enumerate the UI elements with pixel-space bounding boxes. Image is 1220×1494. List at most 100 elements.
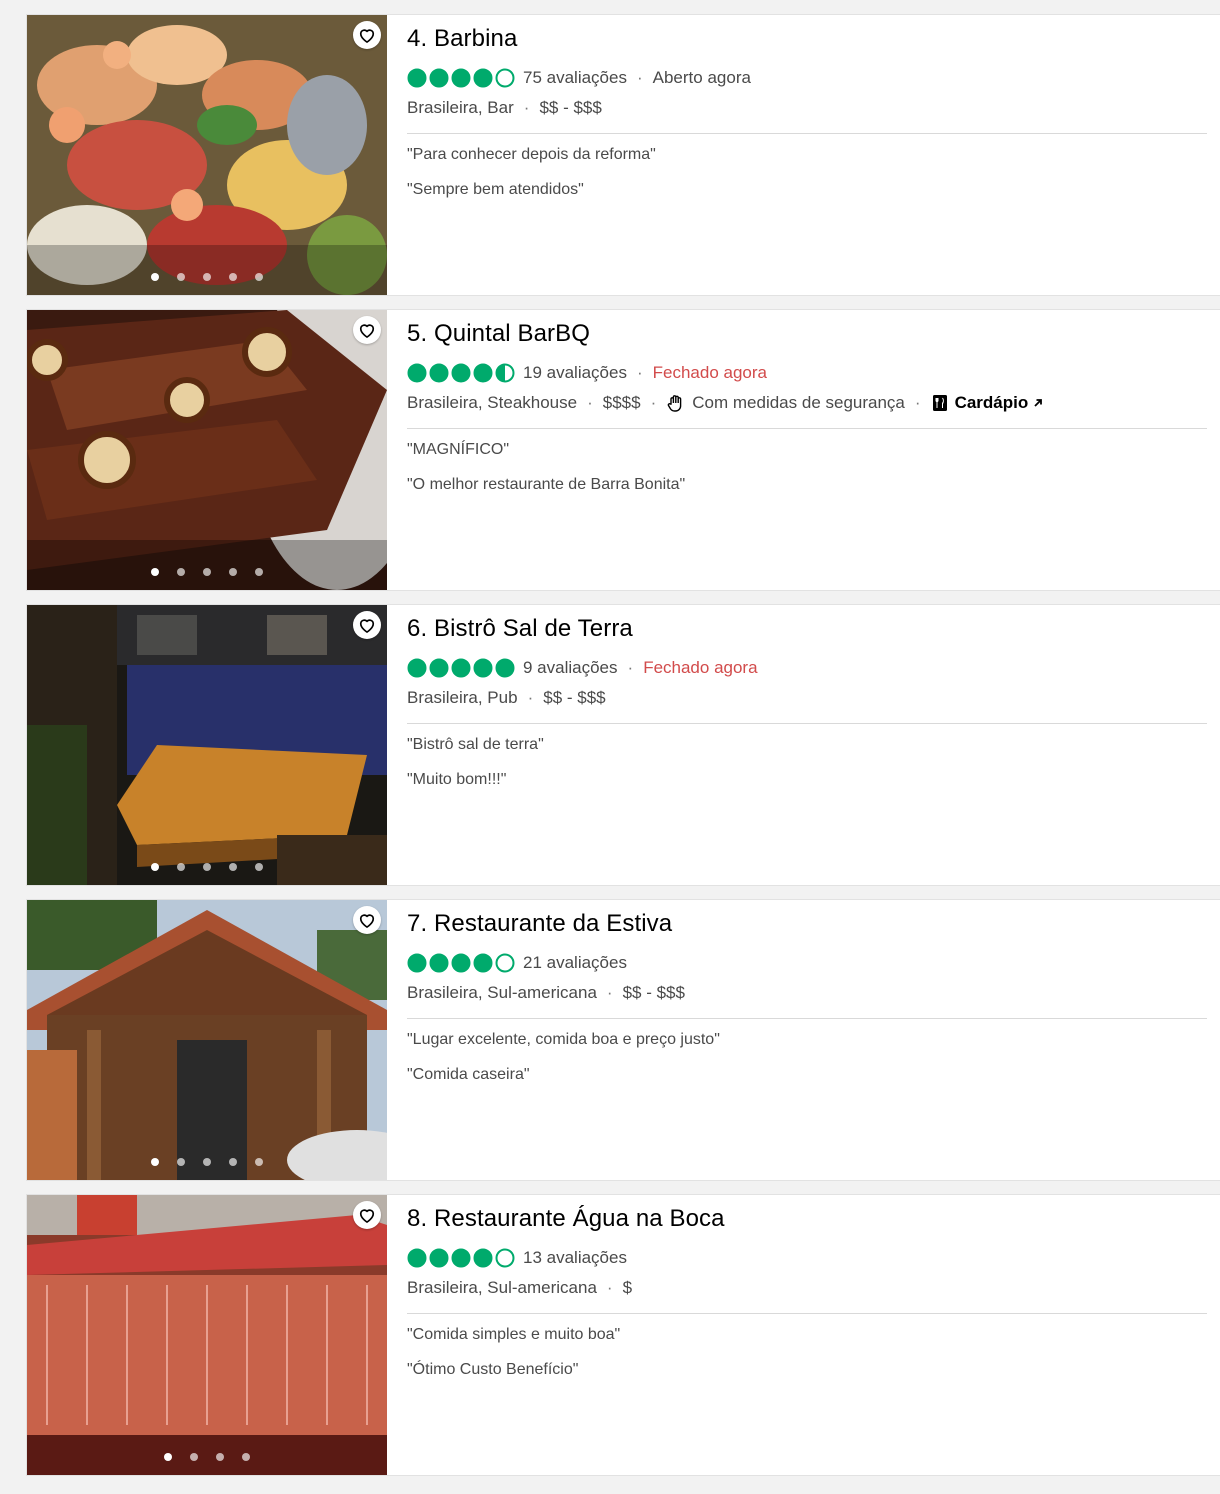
divider [407,1018,1207,1019]
review-snippet[interactable]: "Lugar excelente, comida boa e preço jus… [407,1031,720,1049]
heart-icon [357,615,377,635]
separator: · [606,983,613,1002]
photo-carousel-dots [27,1453,387,1461]
carousel-dot[interactable] [216,1453,224,1461]
rating-bubble-icon [451,68,471,88]
review-count-link[interactable]: 13 avaliações [523,1248,627,1268]
rating-bubble-icon [473,658,493,678]
photo-carousel-dots [27,568,387,576]
carousel-dot[interactable] [229,273,237,281]
review-snippet[interactable]: "Comida caseira" [407,1066,530,1084]
separator: · [587,393,593,412]
menu-book-icon [932,395,947,411]
rating-bubble-icon [495,953,515,973]
save-favorite-button[interactable] [353,611,381,639]
carousel-dot[interactable] [151,568,159,576]
restaurant-photo[interactable] [27,1195,387,1475]
save-favorite-button[interactable] [353,21,381,49]
review-count-link[interactable]: 75 avaliações [523,68,627,88]
separator: · [914,393,921,412]
review-count-link[interactable]: 9 avaliações [523,658,618,678]
restaurant-title-link[interactable]: 4. Barbina [407,25,517,53]
restaurant-photo[interactable] [27,15,387,295]
carousel-dot[interactable] [164,1453,172,1461]
carousel-dot[interactable] [203,1158,211,1166]
meta-row: Brasileira, Pub · $$ - $$$ [407,688,606,708]
food-photo-shrimp-salad [27,15,387,295]
restaurant-photo[interactable] [27,310,387,590]
carousel-dot[interactable] [177,863,185,871]
save-favorite-button[interactable] [353,906,381,934]
carousel-dot[interactable] [229,568,237,576]
review-snippet[interactable]: "Comida simples e muito boa" [407,1326,620,1344]
menu-link[interactable]: Cardápio [931,393,1045,413]
review-snippet[interactable]: "Ótimo Custo Benefício" [407,1361,578,1379]
save-favorite-button[interactable] [353,1201,381,1229]
rating-bubble-icon [451,953,471,973]
restaurant-photo[interactable] [27,605,387,885]
restaurant-card[interactable]: 8. Restaurante Água na Boca 13 avaliaçõe… [26,1194,1220,1476]
review-snippet[interactable]: "MAGNÍFICO" [407,441,509,459]
carousel-dot[interactable] [255,1158,263,1166]
restaurant-title-link[interactable]: 8. Restaurante Água na Boca [407,1205,725,1233]
carousel-dot[interactable] [177,568,185,576]
carousel-dot[interactable] [177,1158,185,1166]
review-snippet[interactable]: "Sempre bem atendidos" [407,181,584,199]
rating-row: 19 avaliações · Fechado agora [407,363,767,383]
restaurant-title-link[interactable]: 5. Quintal BarBQ [407,320,590,348]
rating-bubble-icon [429,68,449,88]
rating-bubble-icon [407,1248,427,1268]
divider [407,133,1207,134]
carousel-dot[interactable] [255,273,263,281]
price-range: $$ - $$$ [622,983,685,1002]
carousel-dot[interactable] [229,863,237,871]
carousel-dot[interactable] [242,1453,250,1461]
restaurant-card[interactable]: 4. Barbina 75 avaliações · Aberto agora … [26,14,1220,296]
divider [407,1313,1207,1314]
restaurant-title-link[interactable]: 6. Bistrô Sal de Terra [407,615,633,643]
review-snippet[interactable]: "Bistrô sal de terra" [407,736,544,754]
review-snippet[interactable]: "Muito bom!!!" [407,771,506,789]
rating-row: 9 avaliações · Fechado agora [407,658,758,678]
separator: · [650,393,657,412]
carousel-dot[interactable] [151,273,159,281]
rating-bubble-icon [473,1248,493,1268]
divider [407,428,1207,429]
photo-carousel-dots [27,1158,387,1166]
carousel-dot[interactable] [203,863,211,871]
review-count-link[interactable]: 19 avaliações [523,363,627,383]
carousel-dot[interactable] [203,273,211,281]
carousel-dot[interactable] [177,273,185,281]
carousel-dot[interactable] [203,568,211,576]
restaurant-photo[interactable] [27,900,387,1180]
rating-bubbles [407,363,515,383]
review-snippet[interactable]: "O melhor restaurante de Barra Bonita" [407,476,685,494]
restaurant-info: 6. Bistrô Sal de Terra 9 avaliações · Fe… [407,605,1207,885]
cuisine-text: Brasileira, Bar [407,98,514,117]
heart-icon [357,320,377,340]
open-status: Fechado agora [652,363,768,382]
restaurant-card[interactable]: 5. Quintal BarBQ 19 avaliações · Fechado… [26,309,1220,591]
rating-bubble-icon [429,1248,449,1268]
cuisine-text: Brasileira, Sul-americana [407,1278,597,1297]
rating-bubble-icon [473,953,493,973]
carousel-dot[interactable] [255,568,263,576]
carousel-dot[interactable] [190,1453,198,1461]
carousel-dot[interactable] [255,863,263,871]
rating-bubble-icon [429,363,449,383]
carousel-dot[interactable] [151,1158,159,1166]
restaurant-card[interactable]: 7. Restaurante da Estiva 21 avaliações B… [26,899,1220,1181]
carousel-dot[interactable] [229,1158,237,1166]
external-arrow-icon [1034,399,1043,407]
carousel-dot[interactable] [151,863,159,871]
rating-bubbles [407,953,515,973]
restaurant-card[interactable]: 6. Bistrô Sal de Terra 9 avaliações · Fe… [26,604,1220,886]
rating-bubble-icon [495,363,515,383]
restaurant-title-link[interactable]: 7. Restaurante da Estiva [407,910,672,938]
separator: · [606,1278,613,1297]
save-favorite-button[interactable] [353,316,381,344]
review-snippet[interactable]: "Para conhecer depois da reforma" [407,146,656,164]
safety-measures-link[interactable]: Com medidas de segurança [692,393,905,413]
review-count-link[interactable]: 21 avaliações [523,953,627,973]
rating-row: 75 avaliações · Aberto agora [407,68,751,88]
